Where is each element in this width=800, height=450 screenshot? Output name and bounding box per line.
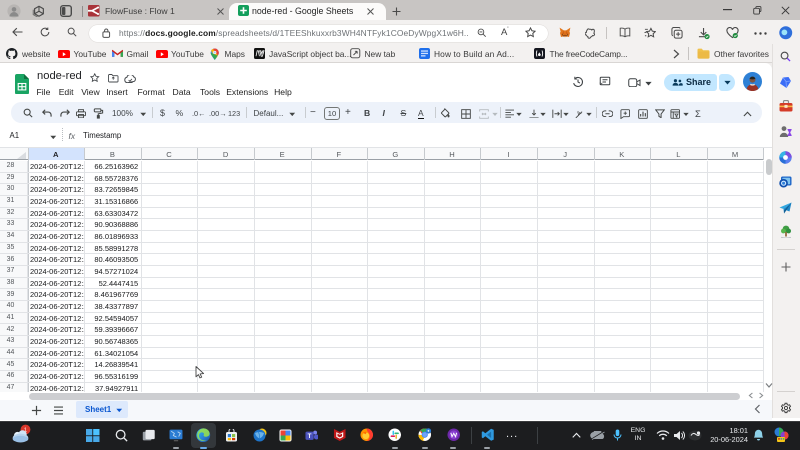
svg-text:T: T (307, 432, 311, 439)
